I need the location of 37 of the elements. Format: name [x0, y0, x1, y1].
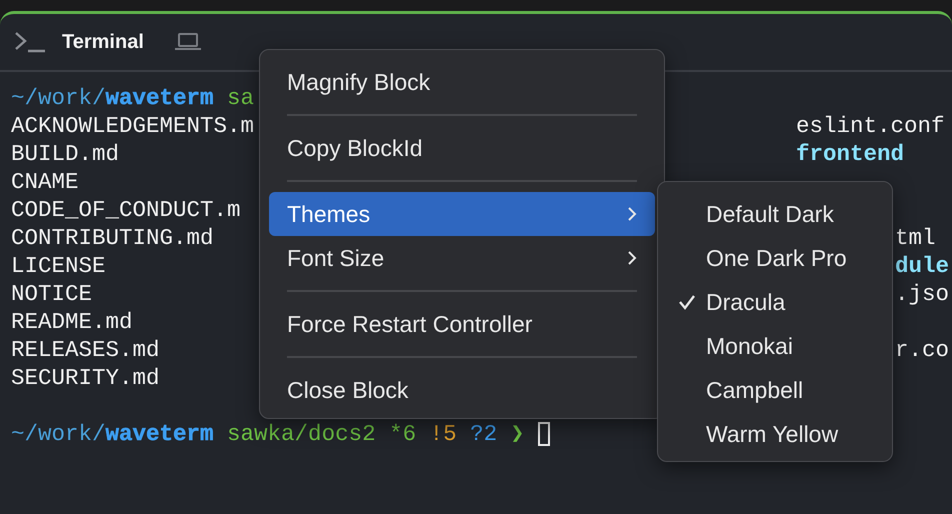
file-name: NOTICE — [11, 280, 92, 308]
directory-name: frontend — [796, 140, 904, 168]
menu-item[interactable]: Default Dark — [658, 192, 892, 236]
file-name: LICENSE — [11, 252, 106, 280]
file-name: README.md — [11, 308, 133, 336]
file-name: SECURITY.md — [11, 364, 160, 392]
laptop-icon[interactable] — [174, 32, 202, 52]
file-name: CONTRIBUTING.md — [11, 224, 214, 252]
chevron-right-icon — [627, 250, 637, 266]
menu-item[interactable]: Force Restart Controller — [269, 302, 655, 346]
menu-item[interactable]: Close Block — [269, 368, 655, 412]
file-name: RELEASES.md — [11, 336, 160, 364]
file-name: eslint.conf — [796, 112, 945, 140]
file-name: CODE_OF_CONDUCT.m — [11, 196, 241, 224]
menu-item[interactable]: Font Size — [269, 236, 655, 280]
menu-item[interactable]: One Dark Pro — [658, 236, 892, 280]
chevron-right-icon — [627, 206, 637, 222]
file-name: ACKNOWLEDGEMENTS.m — [11, 112, 254, 140]
menu-item[interactable]: Magnify Block — [269, 60, 655, 104]
menu-item[interactable]: Campbell — [658, 368, 892, 412]
file-name: r.co — [895, 336, 950, 364]
block-title: Terminal — [62, 30, 144, 54]
checkmark-icon — [678, 294, 696, 310]
file-name: BUILD.md — [11, 140, 120, 168]
file-name: CNAME — [11, 168, 79, 196]
directory-name: dule — [895, 252, 950, 280]
menu-item[interactable]: Warm Yellow — [658, 412, 892, 456]
menu-item[interactable]: Dracula — [658, 280, 892, 324]
menu-item[interactable]: Copy BlockId — [269, 126, 655, 170]
prompt-line: ~/work/waveterm sa — [11, 84, 254, 112]
menu-item[interactable]: Monokai — [658, 324, 892, 368]
menu-item[interactable]: Themes — [269, 192, 655, 236]
cursor — [538, 422, 550, 446]
terminal-icon — [14, 31, 46, 53]
file-name: tml — [895, 224, 936, 252]
prompt-line: ~/work/waveterm sawka/docs2 *6 !5 ?2 ❯ — [11, 420, 524, 448]
file-name: .jso — [895, 280, 950, 308]
